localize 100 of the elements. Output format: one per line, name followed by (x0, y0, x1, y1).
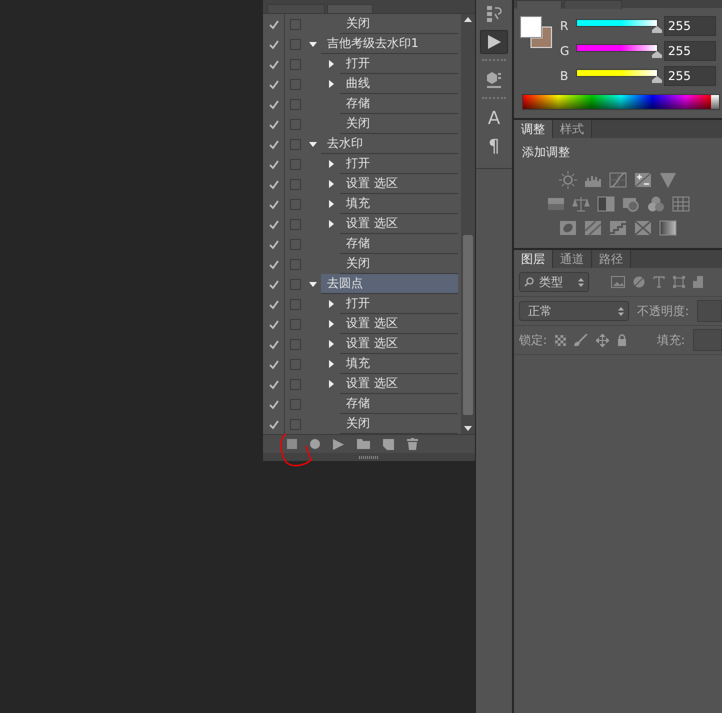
triangle-icon[interactable] (659, 171, 677, 189)
collapsed-triangle-icon[interactable] (326, 59, 336, 69)
checkmark-icon[interactable] (268, 400, 278, 408)
step-item[interactable]: 曲线 (340, 74, 458, 94)
step-item[interactable]: 存储 (340, 94, 458, 114)
action-item[interactable]: 去圆点 (321, 274, 458, 294)
collapsed-triangle-icon[interactable] (326, 79, 336, 89)
blend-mode-dropdown[interactable]: 正常 (519, 301, 629, 321)
scroll-up-icon[interactable] (464, 17, 472, 22)
dialog-toggle[interactable] (290, 118, 300, 130)
collapsed-triangle-icon[interactable] (326, 379, 336, 389)
dialog-toggle[interactable] (290, 358, 300, 370)
checkmark-icon[interactable] (268, 360, 278, 368)
value-field[interactable]: 255 (664, 16, 716, 36)
step-item[interactable]: 填充 (340, 354, 458, 374)
panel-tab[interactable]: 路径 (592, 250, 631, 268)
curves-icon[interactable] (609, 171, 627, 189)
play-icon[interactable] (333, 438, 344, 450)
checkmark-icon[interactable] (268, 100, 278, 108)
value-field[interactable]: 255 (664, 66, 716, 86)
stop-icon[interactable] (287, 439, 297, 450)
gradient-icon[interactable] (659, 219, 677, 237)
panel-tab[interactable]: 样式 (553, 120, 592, 138)
stairs-icon[interactable] (609, 219, 627, 237)
checkmark-icon[interactable] (268, 60, 278, 68)
step-item[interactable]: 存储 (340, 234, 458, 254)
exposure-icon[interactable] (634, 171, 652, 189)
dialog-toggle[interactable] (290, 418, 300, 430)
dialog-toggle[interactable] (290, 58, 300, 70)
play-button[interactable] (480, 30, 508, 54)
expanded-triangle-icon[interactable] (308, 139, 318, 149)
panel-tab[interactable]: 通道 (553, 250, 592, 268)
checkmark-icon[interactable] (268, 320, 278, 328)
dialog-toggle[interactable] (290, 278, 300, 290)
grid-icon[interactable] (672, 195, 690, 213)
collapsed-triangle-icon[interactable] (326, 199, 336, 209)
transform-icon[interactable] (673, 276, 685, 288)
dialog-toggle[interactable] (290, 398, 300, 410)
dialog-toggle[interactable] (290, 78, 300, 90)
resize-grip-icon[interactable] (359, 456, 379, 459)
dialog-toggle[interactable] (290, 378, 300, 390)
background-swatch[interactable] (530, 26, 552, 48)
step-item[interactable]: 设置 选区 (340, 174, 458, 194)
checkmark-icon[interactable] (268, 220, 278, 228)
diagonal-stripes-icon[interactable] (584, 219, 602, 237)
collapsed-triangle-icon[interactable] (326, 179, 336, 189)
collapsed-triangle-icon[interactable] (326, 319, 336, 329)
checkmark-icon[interactable] (268, 240, 278, 248)
checkmark-icon[interactable] (268, 380, 278, 388)
checkmark-icon[interactable] (268, 120, 278, 128)
half-square-icon[interactable] (596, 195, 614, 213)
new-item-icon[interactable] (383, 438, 394, 450)
color-spectrum[interactable] (522, 94, 720, 110)
dialog-toggle[interactable] (290, 158, 300, 170)
circle-icon[interactable] (633, 276, 645, 288)
sun-icon[interactable] (559, 171, 577, 189)
folder-icon[interactable] (357, 439, 370, 450)
dialog-toggle[interactable] (290, 298, 300, 310)
circles-icon[interactable] (646, 195, 664, 213)
cross-square-icon[interactable] (634, 219, 652, 237)
dialog-toggle[interactable] (290, 198, 300, 210)
image-icon[interactable] (611, 276, 625, 288)
slider-thumb[interactable] (652, 51, 662, 58)
scroll-down-icon[interactable] (464, 426, 472, 431)
panel-tab[interactable]: 调整 (514, 120, 553, 138)
step-item[interactable]: 打开 (340, 294, 458, 314)
slider-thumb[interactable] (652, 76, 662, 83)
checkmark-icon[interactable] (268, 140, 278, 148)
checkmark-icon[interactable] (268, 80, 278, 88)
step-item[interactable]: 打开 (340, 154, 458, 174)
dialog-toggle[interactable] (290, 138, 300, 150)
move-icon[interactable] (596, 334, 610, 346)
checkmark-icon[interactable] (268, 160, 278, 168)
collapsed-triangle-icon[interactable] (326, 359, 336, 369)
panel-tab[interactable]: 图层 (514, 250, 553, 268)
checkmark-icon[interactable] (268, 20, 278, 28)
dialog-toggle[interactable] (290, 318, 300, 330)
checkmark-icon[interactable] (268, 260, 278, 268)
invert-icon[interactable] (559, 219, 577, 237)
checkmark-icon[interactable] (268, 40, 278, 48)
checkmark-icon[interactable] (268, 340, 278, 348)
type-icon[interactable] (653, 276, 665, 288)
dialog-toggle[interactable] (290, 38, 300, 50)
dialog-toggle[interactable] (290, 178, 300, 190)
camera-icon[interactable] (622, 195, 640, 213)
checkmark-icon[interactable] (268, 300, 278, 308)
step-item[interactable]: 存储 (340, 394, 458, 414)
step-item[interactable]: 关闭 (340, 14, 458, 34)
scrollbar[interactable] (461, 14, 475, 434)
collapsed-triangle-icon[interactable] (326, 339, 336, 349)
panel-button[interactable]: A (480, 106, 508, 130)
slider-thumb[interactable] (652, 26, 662, 33)
trash-icon[interactable] (407, 438, 418, 450)
expanded-triangle-icon[interactable] (308, 279, 318, 289)
checkmark-icon[interactable] (268, 280, 278, 288)
step-item[interactable]: 打开 (340, 54, 458, 74)
collapsed-triangle-icon[interactable] (326, 219, 336, 229)
panel-button[interactable]: ¶ (480, 134, 508, 158)
action-item[interactable]: 吉他考级去水印1 (321, 34, 458, 54)
filter-dropdown[interactable]: 类型 (519, 272, 589, 292)
